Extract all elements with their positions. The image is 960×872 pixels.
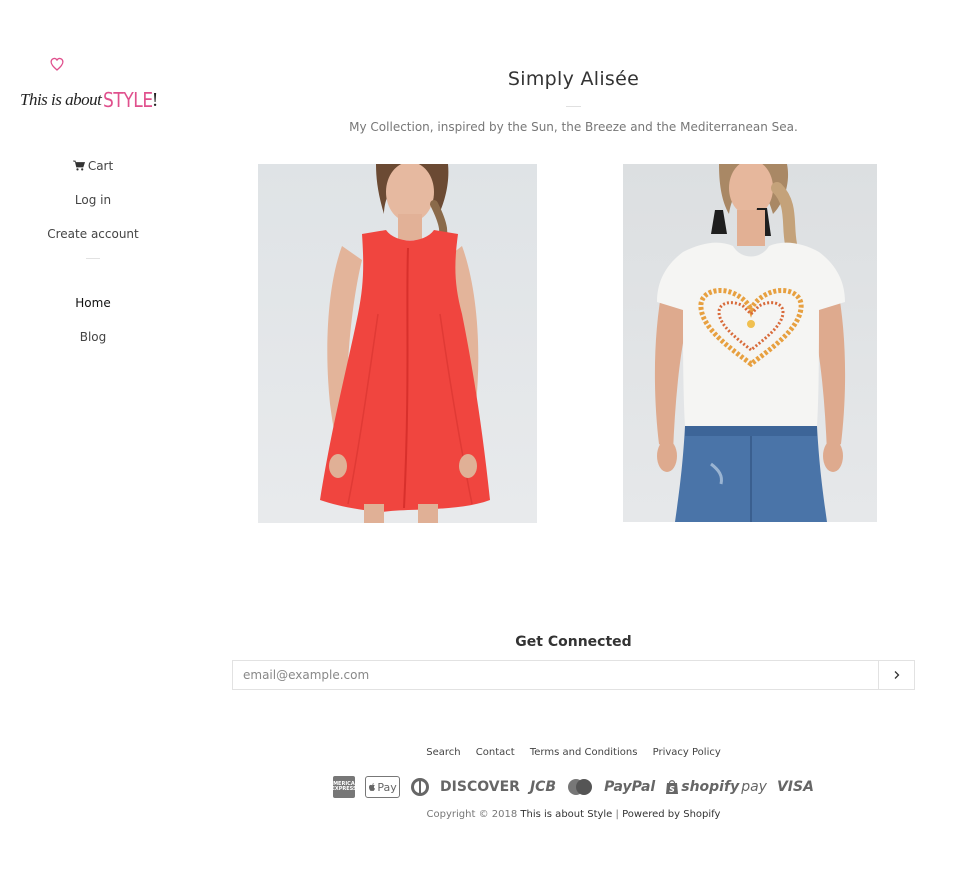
shopify-bag-icon: S <box>666 780 679 794</box>
newsletter-form <box>232 660 915 690</box>
svg-text:S: S <box>669 785 675 794</box>
footer-link-terms[interactable]: Terms and Conditions <box>530 747 638 758</box>
diners-club-logo-icon <box>411 778 430 796</box>
discover-icon: DISCOVER <box>440 779 520 795</box>
logo-suffix-text: ! <box>151 89 159 111</box>
copyright-prefix: Copyright © 2018 <box>426 809 518 820</box>
apple-pay-label: Pay <box>377 780 397 794</box>
sidebar: This is about STYLE ! Cart Log in Create… <box>0 0 186 872</box>
sidebar-item-home[interactable]: Home <box>0 293 186 327</box>
sidebar-nav: Cart Log in Create account Home Blog <box>0 156 186 361</box>
amex-icon: AMERICAN EXPRESS <box>329 776 359 798</box>
page-subtitle: My Collection, inspired by the Sun, the … <box>349 120 798 134</box>
powered-by-shopify-link[interactable]: Powered by Shopify <box>622 809 720 820</box>
paypal-icon: PayPal <box>604 779 656 795</box>
sidebar-item-cart-label: Cart <box>87 159 114 173</box>
sidebar-item-cart[interactable]: Cart <box>0 156 186 190</box>
footer-link-contact[interactable]: Contact <box>476 747 515 758</box>
chevron-right-icon <box>894 671 899 679</box>
shopify-pay-thin: pay <box>741 779 767 795</box>
newsletter-submit-button[interactable] <box>878 661 914 689</box>
visa-icon: VISA <box>776 779 814 795</box>
page-title: Simply Alisée <box>507 68 640 90</box>
footer-nav: Search Contact Terms and Conditions Priv… <box>232 747 915 758</box>
store-logo[interactable]: This is about STYLE ! <box>20 57 170 112</box>
diners-club-icon <box>410 777 430 797</box>
product-image-white-tee[interactable] <box>623 164 877 522</box>
logo-lead-text: This is about <box>20 90 102 109</box>
payment-icons: AMERICAN EXPRESS Pay DISCOVER JCB PayPal <box>232 776 915 798</box>
product-image-red-dress[interactable] <box>258 164 537 523</box>
heart-icon <box>50 57 64 71</box>
title-divider <box>566 106 581 107</box>
apple-logo-icon <box>369 783 376 791</box>
newsletter-title: Get Connected <box>515 634 632 650</box>
sidebar-item-create-account[interactable]: Create account <box>0 224 186 258</box>
sidebar-item-login[interactable]: Log in <box>0 190 186 224</box>
white-tee-photo <box>623 164 877 522</box>
newsletter-email-input[interactable] <box>233 661 878 689</box>
copyright-store-link[interactable]: This is about Style <box>520 809 612 820</box>
logo-brand-text: STYLE <box>103 88 154 112</box>
copyright: Copyright © 2018 This is about Style | P… <box>232 809 915 820</box>
shopify-pay-icon: S shopify pay <box>665 779 767 795</box>
footer-link-privacy[interactable]: Privacy Policy <box>653 747 721 758</box>
copyright-separator: | <box>615 809 619 820</box>
red-dress-photo <box>258 164 537 523</box>
sidebar-item-blog[interactable]: Blog <box>0 327 186 361</box>
jcb-icon: JCB <box>529 779 557 795</box>
mastercard-logo-icon <box>568 779 593 795</box>
mastercard-icon <box>566 778 594 796</box>
footer-link-search[interactable]: Search <box>426 747 460 758</box>
cart-icon <box>72 160 85 171</box>
sidebar-divider <box>86 258 100 259</box>
shopify-pay-bold: shopify <box>681 779 740 795</box>
apple-pay-icon: Pay <box>365 776 401 798</box>
